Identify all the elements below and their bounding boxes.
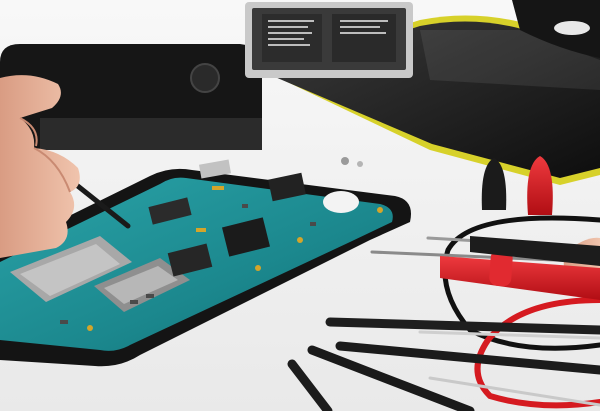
photo-canvas [0, 0, 600, 411]
home-button-icon [190, 63, 220, 93]
battery [245, 2, 413, 78]
phone-repair-photo [0, 0, 600, 411]
camera-cutout [323, 191, 359, 213]
